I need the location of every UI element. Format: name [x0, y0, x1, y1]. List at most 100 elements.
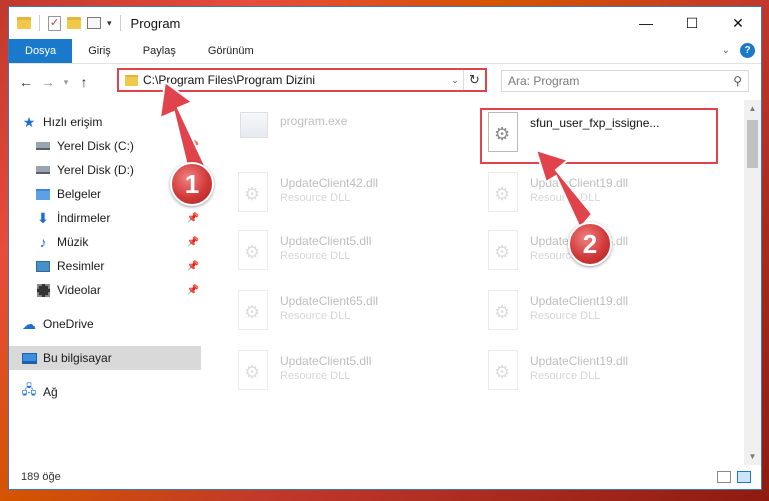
gear-icon: ⚙ — [494, 242, 511, 262]
tab-dosya[interactable]: Dosya — [9, 39, 73, 63]
file-item[interactable]: ⚙ UpdateClient19.dll Resource DLL — [484, 348, 714, 398]
sidebar-item-label: Ağ — [43, 385, 58, 399]
file-type: Resource DLL — [530, 192, 601, 204]
search-input[interactable]: Ara: Program — [508, 74, 733, 88]
recent-locations-icon[interactable]: ▾ — [59, 77, 73, 88]
drive-icon — [36, 142, 50, 150]
cloud-icon: ☁ — [22, 315, 36, 332]
address-path[interactable]: C:\Program Files\Program Dizini — [143, 73, 447, 87]
folder-icon — [125, 74, 138, 86]
minimize-button[interactable]: — — [623, 7, 669, 39]
gear-icon: ⚙ — [494, 362, 511, 382]
gear-icon: ⚙ — [244, 362, 261, 382]
sidebar-item-onedrive[interactable]: ☁ OneDrive — [9, 312, 201, 336]
scroll-up-icon[interactable]: ▲ — [744, 100, 761, 117]
step-2-badge: 2 — [568, 222, 612, 266]
file-name: UpdateClient5.dll — [280, 354, 372, 368]
explorer-window: ▾ Program — ☐ ✕ Dosya Giriş Paylaş Görün… — [8, 6, 762, 490]
file-item[interactable]: ⚙ UpdateClient19.dll Resource DLL — [484, 170, 714, 220]
file-name: UpdateClient65.dll — [280, 294, 379, 308]
file-list: program.exe ⚙ sfun_user_fxp_issigne... ⚙… — [214, 100, 741, 465]
quick-access-toolbar: ▾ — [9, 15, 123, 31]
sidebar-item-downloads[interactable]: ⬇ İndirmeler 📌 — [9, 206, 201, 230]
chevron-down-icon[interactable]: ▾ — [107, 18, 112, 29]
file-item[interactable]: ⚙ UpdateClient5.dll Resource DLL — [234, 348, 464, 398]
search-icon[interactable]: ⚲ — [733, 74, 742, 88]
new-folder-icon[interactable] — [67, 17, 81, 29]
properties-check-icon[interactable] — [48, 15, 61, 31]
sidebar-item-label: Yerel Disk (C:) — [57, 139, 134, 153]
file-item[interactable]: ⚙ UpdateClient5.dll Resource DLL — [234, 228, 464, 278]
file-type: Resource DLL — [280, 192, 351, 204]
sidebar-item-label: Belgeler — [57, 187, 102, 201]
sidebar-item-pictures[interactable]: Resimler 📌 — [9, 254, 201, 278]
back-arrow-icon[interactable]: ← — [15, 74, 37, 90]
file-name: program.exe — [280, 114, 348, 128]
file-name: UpdateClient42.dll — [280, 176, 379, 190]
sidebar-item-label: Videolar — [57, 283, 101, 297]
file-item[interactable]: ⚙ UpdateClient65.dll Resource DLL — [234, 288, 464, 338]
tab-gorunum[interactable]: Görünüm — [192, 39, 270, 63]
music-icon: ♪ — [39, 234, 47, 250]
file-type: Resource DLL — [280, 310, 351, 322]
computer-icon — [21, 352, 37, 364]
title-bar: ▾ Program — ☐ ✕ — [9, 7, 761, 39]
details-view-icon[interactable] — [717, 471, 731, 483]
sidebar-item-local-disk-c[interactable]: Yerel Disk (C:) 📌 — [9, 134, 201, 158]
up-arrow-icon[interactable]: ↑ — [73, 74, 95, 90]
file-item[interactable]: ⚙ UpdateClient42.dll Resource DLL — [234, 170, 464, 220]
address-bar[interactable]: C:\Program Files\Program Dizini ⌄ ↻ — [117, 68, 487, 92]
separator — [119, 15, 121, 31]
sidebar-item-label: Bu bilgisayar — [43, 351, 112, 365]
download-icon: ⬇ — [37, 209, 49, 226]
status-bar: 189 öğe — [9, 465, 761, 489]
gear-icon: ⚙ — [494, 184, 511, 204]
sidebar-item-videos[interactable]: Videolar 📌 — [9, 278, 201, 302]
window-title: Program — [130, 15, 181, 31]
help-icon[interactable]: ? — [740, 43, 755, 58]
maximize-button[interactable]: ☐ — [669, 7, 715, 39]
chevron-down-icon[interactable]: ⌄ — [447, 75, 463, 86]
close-button[interactable]: ✕ — [715, 7, 761, 39]
tab-paylas[interactable]: Paylaş — [127, 39, 192, 63]
separator — [39, 15, 40, 31]
file-item[interactable]: ⚙ UpdateClient19.dll Resource DLL — [484, 288, 714, 338]
scroll-down-icon[interactable]: ▼ — [744, 448, 761, 465]
sidebar-item-music[interactable]: ♪ Müzik 📌 — [9, 230, 201, 254]
folder-icon[interactable] — [17, 17, 31, 29]
documents-folder-icon — [36, 188, 50, 200]
vertical-scrollbar[interactable]: ▲ ▼ — [744, 100, 761, 465]
application-icon — [240, 112, 268, 138]
scroll-thumb[interactable] — [747, 120, 758, 168]
pin-icon[interactable]: 📌 — [187, 261, 199, 272]
gear-icon: ⚙ — [244, 242, 261, 262]
refresh-icon[interactable]: ↻ — [463, 70, 485, 90]
tiles-view-icon[interactable] — [737, 471, 751, 483]
forward-arrow-icon[interactable]: → — [37, 74, 59, 90]
drive-icon — [36, 166, 50, 174]
pin-icon[interactable]: 📌 — [187, 237, 199, 248]
sidebar-item-this-pc[interactable]: Bu bilgisayar — [9, 346, 201, 370]
item-count: 189 öğe — [21, 471, 61, 483]
pictures-icon — [36, 260, 50, 272]
ribbon-tabs: Dosya Giriş Paylaş Görünüm ⌄ ? — [9, 39, 761, 64]
gear-icon: ⚙ — [244, 302, 261, 322]
step-1-badge: 1 — [170, 162, 214, 206]
tab-giris[interactable]: Giriş — [72, 39, 127, 63]
file-item-program-exe[interactable]: program.exe — [234, 108, 464, 158]
pin-icon[interactable]: 📌 — [187, 141, 199, 152]
file-type: Resource DLL — [280, 250, 351, 262]
pin-icon[interactable]: 📌 — [187, 285, 199, 296]
highlight-box — [480, 108, 718, 164]
properties-icon[interactable] — [87, 17, 101, 29]
sidebar-item-network[interactable]: 🖧 Ağ — [9, 380, 201, 404]
sidebar-item-label: Yerel Disk (D:) — [57, 163, 134, 177]
search-box[interactable]: Ara: Program ⚲ — [501, 70, 749, 92]
expand-ribbon-icon[interactable]: ⌄ — [722, 45, 730, 56]
pin-icon[interactable]: 📌 — [187, 213, 199, 224]
sidebar-item-label: İndirmeler — [57, 211, 111, 225]
network-icon: 🖧 — [21, 382, 37, 397]
file-name: UpdateClient19.dll — [530, 294, 629, 308]
sidebar-item-quick-access[interactable]: ★ Hızlı erişim — [9, 110, 201, 134]
gear-icon: ⚙ — [244, 184, 261, 204]
